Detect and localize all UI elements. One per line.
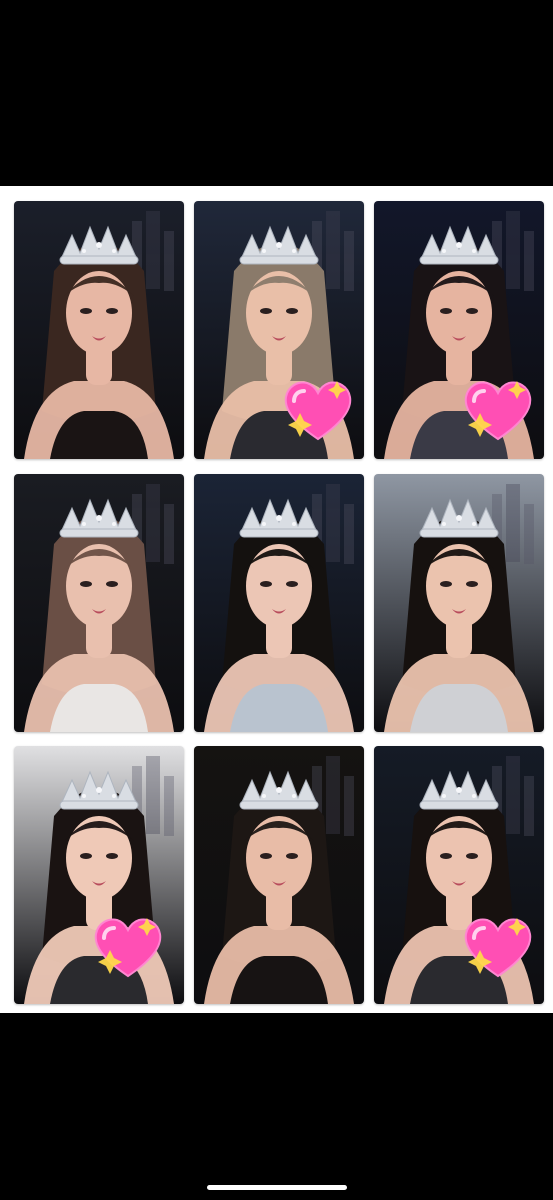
photocard-9 xyxy=(374,746,544,1004)
photo-content[interactable] xyxy=(0,186,553,1013)
portrait-illustration xyxy=(194,746,364,1004)
photocard-7 xyxy=(14,746,184,1004)
portrait-illustration xyxy=(194,474,364,732)
bottom-black-bar xyxy=(0,1013,553,1200)
photocard-4 xyxy=(14,474,184,732)
photocard-2 xyxy=(194,201,364,459)
top-black-bar xyxy=(0,0,553,186)
sparkling-heart-icon xyxy=(462,379,534,443)
sparkling-heart-icon xyxy=(92,916,164,980)
photocard-6 xyxy=(374,474,544,732)
portrait-illustration xyxy=(14,474,184,732)
photocard-1 xyxy=(14,201,184,459)
photocard-5 xyxy=(194,474,364,732)
sparkling-heart-icon xyxy=(282,379,354,443)
portrait-illustration xyxy=(14,201,184,459)
photocard-3 xyxy=(374,201,544,459)
portrait-illustration xyxy=(374,474,544,732)
photocard-8 xyxy=(194,746,364,1004)
sparkling-heart-icon xyxy=(462,916,534,980)
home-indicator[interactable] xyxy=(206,1185,347,1190)
